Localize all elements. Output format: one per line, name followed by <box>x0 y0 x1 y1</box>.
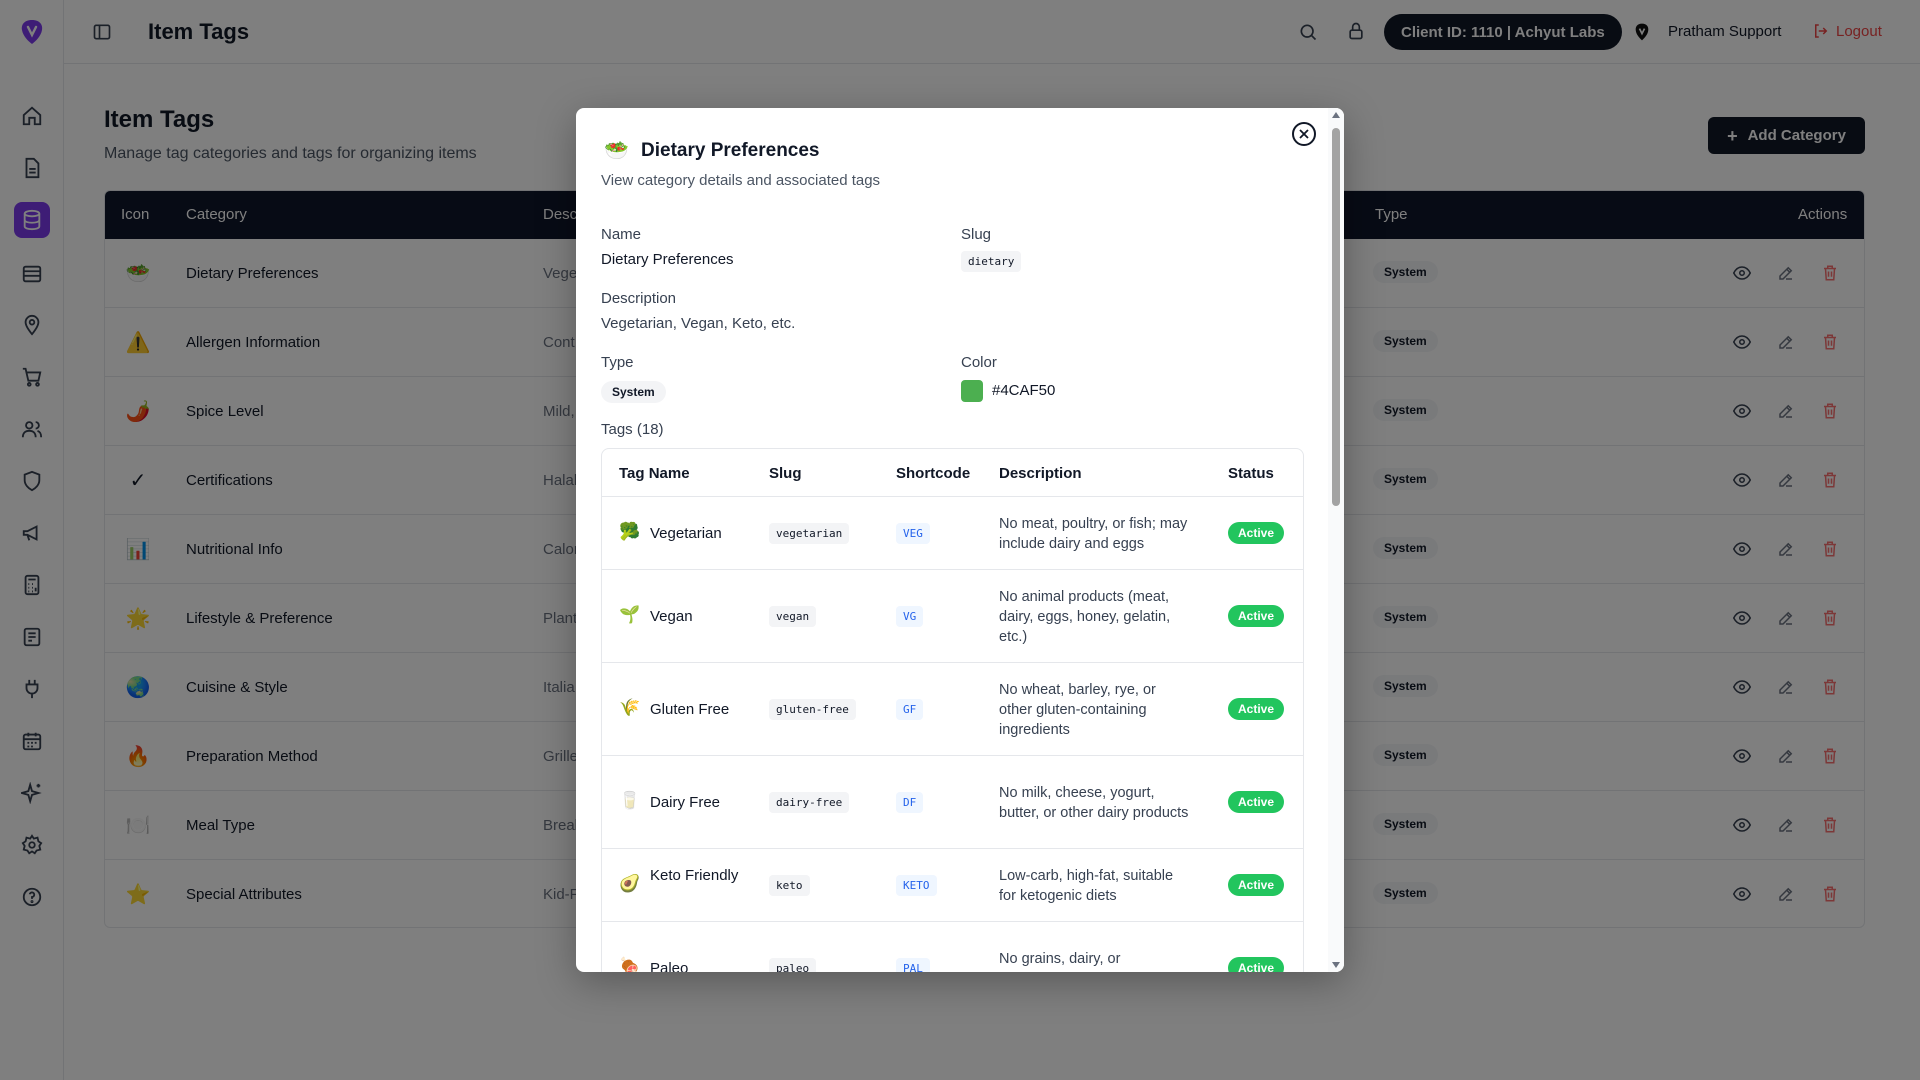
modal-subtitle: View category details and associated tag… <box>601 172 881 189</box>
tag-row[interactable]: 🥑 Keto Friendly keto KETO Low-carb, high-fat… <box>602 849 1303 922</box>
col-tag-name: Tag Name <box>619 465 690 482</box>
color-swatch <box>961 380 983 402</box>
color-value: #4CAF50 <box>992 382 1056 399</box>
status-badge: Active <box>1228 697 1285 720</box>
tag-row[interactable]: 🥦 Vegetarian vegetarian VEG No meat, poultry… <box>602 497 1303 570</box>
status-badge: Active <box>1228 873 1285 896</box>
modal-scrollbar[interactable] <box>1328 108 1344 972</box>
tag-slug: vegan <box>769 605 817 627</box>
col-tag-slug: Slug <box>769 465 802 482</box>
tag-slug: keto <box>769 874 810 896</box>
close-icon <box>1299 129 1309 139</box>
tag-row[interactable]: 🌱 Vegan vegan VG No animal products (meat, d… <box>602 570 1303 663</box>
tag-name: Dairy Free <box>650 793 721 811</box>
close-button[interactable] <box>1292 122 1316 146</box>
modal-title: Dietary Preferences <box>641 140 820 161</box>
scroll-up-icon[interactable] <box>1332 112 1340 118</box>
tag-slug: dairy-free <box>769 791 850 813</box>
type-label: Type <box>601 354 634 371</box>
tag-name: Paleo <box>650 959 689 973</box>
tag-slug: gluten-free <box>769 698 856 720</box>
tag-description: No animal products (meat, dairy, eggs, h… <box>999 588 1171 645</box>
tag-slug: vegetarian <box>769 522 850 544</box>
tag-shortcode: VEG <box>896 522 930 544</box>
status-badge: Active <box>1228 790 1285 813</box>
tag-emoji-icon: 🌱 <box>619 604 641 624</box>
tag-slug: paleo <box>769 957 817 972</box>
tag-shortcode: DF <box>896 791 924 813</box>
tag-description: No wheat, barley, rye, or other gluten-c… <box>999 681 1156 738</box>
slug-label: Slug <box>961 226 992 243</box>
tag-name: Vegetarian <box>650 524 722 542</box>
name-value: Dietary Preferences <box>601 251 734 268</box>
tag-emoji-icon: 🌾 <box>619 697 641 717</box>
color-label: Color <box>961 354 997 371</box>
tags-table: Tag Name Slug Shortcode Description Stat… <box>601 448 1304 972</box>
tags-count-label: Tags (18) <box>601 421 664 438</box>
tag-shortcode: PAL <box>896 957 930 972</box>
tag-name: Gluten Free <box>650 700 730 718</box>
status-badge: Active <box>1228 956 1285 972</box>
col-tag-description: Description <box>999 465 1082 482</box>
tag-shortcode: VG <box>896 605 924 627</box>
category-emoji-icon: 🥗 <box>604 140 629 162</box>
description-label: Description <box>601 290 677 307</box>
tag-row[interactable]: 🍖 Paleo paleo PAL No grains, dairy, or proce… <box>602 922 1303 972</box>
tag-shortcode: GF <box>896 698 924 720</box>
status-badge: Active <box>1228 521 1285 544</box>
type-badge: System <box>601 381 666 403</box>
description-value: Vegetarian, Vegan, Keto, etc. <box>601 315 796 332</box>
tag-description: Low-carb, high-fat, suitable for ketogen… <box>999 867 1174 904</box>
tag-name: Keto Friendly <box>650 866 739 884</box>
tag-description: No grains, dairy, or processed foods; wh… <box>999 950 1151 973</box>
tag-description: No milk, cheese, yogurt, butter, or othe… <box>999 784 1189 821</box>
col-tag-status: Status <box>1228 465 1274 482</box>
scroll-down-icon[interactable] <box>1332 962 1340 968</box>
tag-row[interactable]: 🥛 Dairy Free dairy-free DF No milk, cheese, … <box>602 756 1303 849</box>
slug-value: dietary <box>961 251 1022 272</box>
tag-emoji-icon: 🍖 <box>619 956 641 973</box>
scroll-thumb[interactable] <box>1332 128 1340 506</box>
tag-shortcode: KETO <box>896 874 937 896</box>
name-label: Name <box>601 226 642 243</box>
tag-description: No meat, poultry, or fish; may include d… <box>999 515 1188 552</box>
category-detail-modal: 🥗 Dietary Preferences View category deta… <box>576 108 1344 972</box>
tag-emoji-icon: 🥦 <box>619 521 641 541</box>
tag-emoji-icon: 🥑 <box>619 873 641 893</box>
col-tag-shortcode: Shortcode <box>896 465 971 482</box>
status-badge: Active <box>1228 604 1285 627</box>
tag-row[interactable]: 🌾 Gluten Free gluten-free GF No wheat, barle… <box>602 663 1303 756</box>
tag-emoji-icon: 🥛 <box>619 790 641 810</box>
tags-table-header: Tag Name Slug Shortcode Description Stat… <box>602 449 1303 497</box>
tag-name: Vegan <box>650 607 693 625</box>
